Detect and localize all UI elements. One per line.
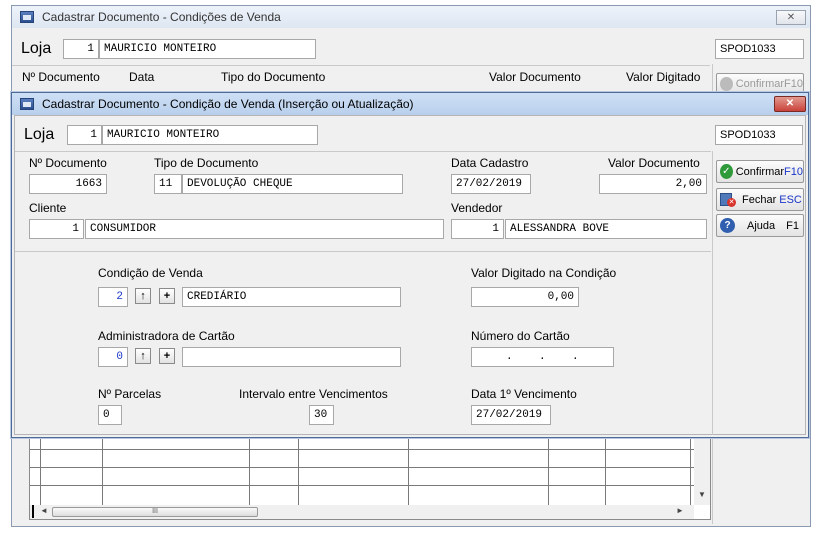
valor-digitado-field[interactable]: 0,00 (471, 287, 579, 307)
outer-col-tipo: Tipo do Documento (221, 70, 326, 84)
intervalo-label: Intervalo entre Vencimentos (239, 387, 388, 401)
app-icon (20, 11, 34, 23)
valor-digitado-label: Valor Digitado na Condição (471, 266, 617, 280)
dialog-close-button[interactable]: ✕ (774, 96, 806, 112)
outer-loja-num[interactable]: 1 (63, 39, 99, 59)
parcelas-label: Nº Parcelas (98, 387, 162, 401)
outer-code: SPOD1033 (715, 39, 804, 59)
cond-venda-name[interactable]: CREDIÁRIO (182, 287, 401, 307)
dialog-titlebar: Cadastrar Documento - Condição de Venda … (12, 93, 808, 115)
outer-title: Cadastrar Documento - Condições de Venda (42, 10, 281, 24)
dialog-loja-label: Loja (24, 126, 55, 143)
dialog-section-divider (15, 251, 711, 252)
cliente-num[interactable]: 1 (29, 219, 84, 239)
dialog-right-panel-divider (712, 151, 713, 435)
valor-doc-field[interactable]: 2,00 (599, 174, 707, 194)
data-vencimento-label: Data 1º Vencimento (471, 387, 577, 401)
confirm-icon (720, 77, 733, 91)
admin-cartao-add-button[interactable]: + (159, 348, 175, 364)
data-vencimento-field[interactable]: 27/02/2019 (471, 405, 551, 425)
outer-confirm-label: Confirmar (735, 78, 785, 90)
num-doc-field[interactable]: 1663 (29, 174, 107, 194)
dialog-close-app-button[interactable]: ✕ Fechar ESC (716, 188, 804, 211)
tipo-doc-label: Tipo de Documento (154, 156, 259, 170)
horizontal-scroll-thumb[interactable]: III (52, 507, 258, 517)
admin-cartao-label: Administradora de Cartão (98, 329, 235, 343)
dialog-code: SPOD1033 (715, 125, 803, 145)
valor-doc-label: Valor Documento (608, 156, 700, 170)
dialog-help-label: Ajuda (747, 219, 776, 232)
cliente-label: Cliente (29, 201, 67, 215)
data-cadastro-field[interactable]: 27/02/2019 (451, 174, 531, 194)
tipo-doc-name[interactable]: DEVOLUÇÃO CHEQUE (182, 174, 403, 194)
intervalo-field[interactable]: 30 (309, 405, 334, 425)
data-cadastro-label: Data Cadastro (451, 156, 529, 170)
outer-col-num-doc: Nº Documento (22, 70, 100, 84)
outer-col-valor-dig: Valor Digitado (626, 70, 701, 84)
num-cartao-field[interactable]: . . . (471, 347, 614, 367)
dialog-app-icon (20, 98, 34, 110)
admin-cartao-name[interactable] (182, 347, 401, 367)
cond-venda-num[interactable]: 2 (98, 287, 128, 307)
dialog-confirm-label: Confirmar (735, 165, 785, 178)
dialog-close-label: Fechar (742, 193, 777, 206)
grid-horizontal-scrollbar[interactable]: ◄ III ► (30, 505, 694, 519)
dialog-loja-name[interactable]: MAURICIO MONTEIRO (102, 125, 318, 145)
dialog-confirm-button[interactable]: ✓ Confirmar F10 (716, 160, 804, 183)
confirm-check-icon: ✓ (720, 164, 733, 179)
dialog-header-divider (15, 151, 711, 152)
vendedor-name[interactable]: ALESSANDRA BOVE (505, 219, 707, 239)
outer-close-button[interactable]: ✕ (776, 10, 806, 25)
cliente-name[interactable]: CONSUMIDOR (85, 219, 444, 239)
outer-divider (12, 65, 710, 66)
grid-vertical-scrollbar[interactable]: ▼ (694, 437, 710, 505)
exit-icon: ✕ (720, 192, 736, 207)
outer-loja-label: Loja (21, 40, 52, 57)
outer-loja-name[interactable]: MAURICIO MONTEIRO (99, 39, 316, 59)
vendedor-label: Vendedor (451, 201, 503, 215)
outer-confirm-key: F10 (784, 78, 803, 90)
outer-data-grid: ▼ ◄ III ► (29, 436, 711, 520)
tipo-doc-code[interactable]: 11 (154, 174, 182, 194)
cond-venda-label: Condição de Venda (98, 266, 203, 280)
dialog-loja-num[interactable]: 1 (67, 125, 102, 145)
outer-col-data: Data (129, 70, 155, 84)
cond-venda-arrow-up-button[interactable]: ↑ (135, 288, 151, 304)
admin-cartao-arrow-up-button[interactable]: ↑ (135, 348, 151, 364)
dialog-help-button[interactable]: ? Ajuda F1 (716, 214, 804, 237)
num-doc-label: Nº Documento (29, 156, 107, 170)
dialog-confirm-key: F10 (784, 165, 803, 178)
dialog-help-key: F1 (786, 219, 799, 232)
outer-titlebar: Cadastrar Documento - Condições de Venda (12, 6, 810, 28)
num-cartao-label: Número do Cartão (471, 329, 570, 343)
cond-venda-add-button[interactable]: + (159, 288, 175, 304)
parcelas-field[interactable]: 0 (98, 405, 122, 425)
dialog-close-key: ESC (779, 193, 802, 206)
dialog-title: Cadastrar Documento - Condição de Venda … (42, 97, 414, 111)
dialog-window: Cadastrar Documento - Condição de Venda … (11, 92, 809, 438)
admin-cartao-num[interactable]: 0 (98, 347, 128, 367)
outer-col-valor-doc: Valor Documento (489, 70, 581, 84)
help-icon: ? (720, 218, 735, 233)
vendedor-num[interactable]: 1 (451, 219, 504, 239)
